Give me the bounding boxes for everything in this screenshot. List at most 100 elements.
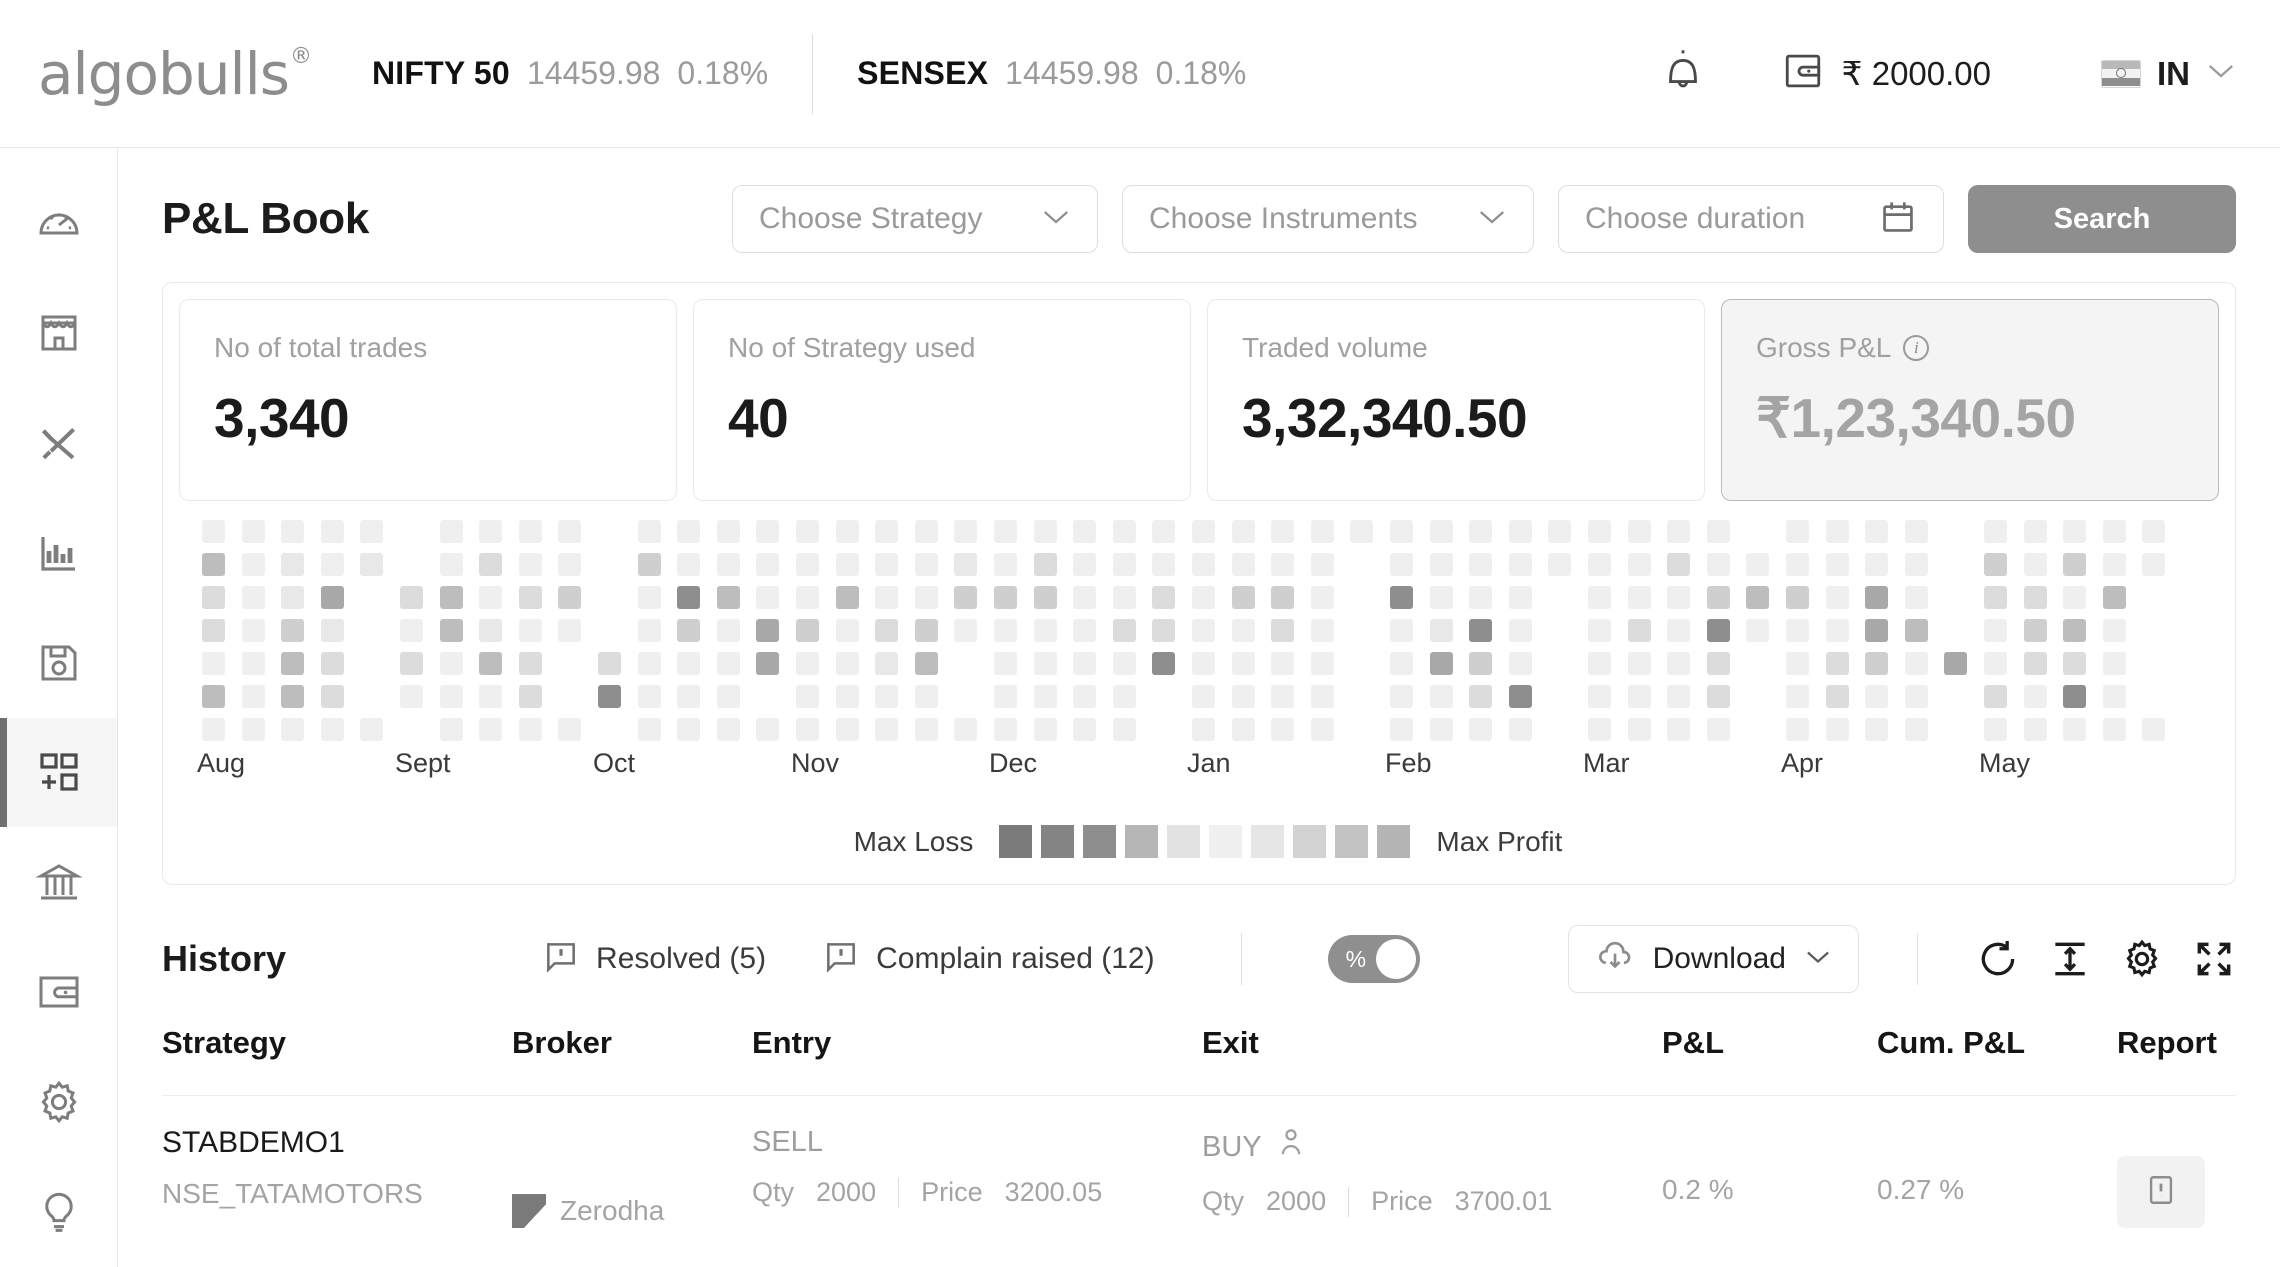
- search-button[interactable]: Search: [1968, 185, 2236, 253]
- algobulls-logo[interactable]: algobulls®: [38, 40, 312, 108]
- heatmap-cell[interactable]: [1310, 553, 1334, 576]
- heatmap-cell[interactable]: [1984, 553, 2007, 576]
- heatmap-cell[interactable]: [1271, 718, 1295, 741]
- heatmap-cell[interactable]: [400, 586, 423, 609]
- heatmap-cell[interactable]: [1706, 652, 1730, 675]
- heatmap-cell[interactable]: [320, 652, 344, 675]
- heatmap-cell[interactable]: [1865, 553, 1889, 576]
- heatmap-cell[interactable]: [1786, 553, 1809, 576]
- heatmap-cell[interactable]: [716, 553, 740, 576]
- heatmap-cell[interactable]: [518, 718, 542, 741]
- heatmap-cell[interactable]: [716, 718, 740, 741]
- info-icon[interactable]: i: [1903, 335, 1930, 361]
- table-row[interactable]: STABDEMO1 NSE_TATAMOTORS Zerodha SELL Qt…: [162, 1096, 2236, 1228]
- heatmap-cell[interactable]: [1667, 553, 1691, 576]
- heatmap-cell[interactable]: [1825, 718, 1849, 741]
- heatmap-cell[interactable]: [1786, 718, 1809, 741]
- heatmap-cell[interactable]: [1310, 619, 1334, 642]
- heatmap-cell[interactable]: [677, 718, 701, 741]
- heatmap-cell[interactable]: [1508, 718, 1532, 741]
- heatmap-cell[interactable]: [1429, 652, 1453, 675]
- heatmap-cell[interactable]: [518, 520, 542, 543]
- heatmap-cell[interactable]: [1390, 652, 1413, 675]
- heatmap-cell[interactable]: [479, 718, 503, 741]
- heatmap-cell[interactable]: [677, 685, 701, 708]
- heatmap-cell[interactable]: [1390, 685, 1413, 708]
- heatmap-cell[interactable]: [1469, 553, 1493, 576]
- download-button[interactable]: Download: [1567, 925, 1859, 993]
- heatmap-cell[interactable]: [202, 619, 225, 642]
- heatmap-cell[interactable]: [1588, 619, 1611, 642]
- heatmap-cell[interactable]: [1231, 586, 1255, 609]
- heatmap-cell[interactable]: [241, 685, 265, 708]
- heatmap-cell[interactable]: [479, 586, 503, 609]
- heatmap-cell[interactable]: [281, 652, 305, 675]
- heatmap-cell[interactable]: [1271, 652, 1295, 675]
- heatmap-cell[interactable]: [835, 718, 859, 741]
- heatmap-cell[interactable]: [1746, 553, 1770, 576]
- heatmap-cell[interactable]: [1865, 586, 1889, 609]
- sidebar-item-marketplace[interactable]: [0, 278, 117, 388]
- heatmap-cell[interactable]: [1865, 652, 1889, 675]
- heatmap-cell[interactable]: [1112, 685, 1136, 708]
- heatmap-cell[interactable]: [1192, 520, 1215, 543]
- heatmap-cell[interactable]: [1825, 619, 1849, 642]
- heatmap-cell[interactable]: [281, 586, 305, 609]
- heatmap-cell[interactable]: [202, 718, 225, 741]
- heatmap-cell[interactable]: [756, 718, 780, 741]
- heatmap-cell[interactable]: [1667, 520, 1691, 543]
- heatmap-cell[interactable]: [2023, 685, 2047, 708]
- heatmap-cell[interactable]: [1627, 652, 1651, 675]
- heatmap-cell[interactable]: [2023, 619, 2047, 642]
- heatmap-cell[interactable]: [1469, 586, 1493, 609]
- heatmap-cell[interactable]: [637, 553, 661, 576]
- heatmap-cell[interactable]: [439, 520, 463, 543]
- heatmap-cell[interactable]: [1904, 553, 1928, 576]
- sidebar-item-tools[interactable]: [0, 388, 117, 498]
- heatmap-cell[interactable]: [320, 685, 344, 708]
- heatmap-cell[interactable]: [1192, 619, 1215, 642]
- heatmap-cell[interactable]: [1350, 520, 1374, 543]
- heatmap-cell[interactable]: [756, 553, 780, 576]
- heatmap-cell[interactable]: [2023, 652, 2047, 675]
- heatmap-cell[interactable]: [439, 586, 463, 609]
- heatmap-cell[interactable]: [1904, 718, 1928, 741]
- heatmap-cell[interactable]: [677, 520, 701, 543]
- heatmap-cell[interactable]: [1231, 553, 1255, 576]
- heatmap-cell[interactable]: [1231, 619, 1255, 642]
- heatmap-cell[interactable]: [875, 619, 899, 642]
- heatmap-cell[interactable]: [202, 685, 225, 708]
- instruments-select[interactable]: Choose Instruments: [1122, 185, 1534, 253]
- heatmap-cell[interactable]: [716, 586, 740, 609]
- heatmap-cell[interactable]: [1112, 520, 1136, 543]
- heatmap-cell[interactable]: [1112, 586, 1136, 609]
- heatmap-cell[interactable]: [1152, 553, 1176, 576]
- heatmap-cell[interactable]: [1469, 685, 1493, 708]
- heatmap-cell[interactable]: [1825, 685, 1849, 708]
- sidebar-item-help[interactable]: [0, 1157, 117, 1267]
- complain-raised-chip[interactable]: Complain raised (12): [822, 938, 1155, 981]
- heatmap-cell[interactable]: [1112, 652, 1136, 675]
- heatmap-cell[interactable]: [2102, 553, 2126, 576]
- column-broker[interactable]: Broker: [512, 1011, 752, 1096]
- heatmap-cell[interactable]: [479, 520, 503, 543]
- heatmap-cell[interactable]: [835, 652, 859, 675]
- heatmap-cell[interactable]: [1192, 685, 1215, 708]
- heatmap-cell[interactable]: [1706, 685, 1730, 708]
- heatmap-cell[interactable]: [994, 520, 1017, 543]
- heatmap-cell[interactable]: [994, 685, 1017, 708]
- heatmap-cell[interactable]: [1310, 685, 1334, 708]
- heatmap-cell[interactable]: [1667, 586, 1691, 609]
- heatmap-cell[interactable]: [1984, 586, 2007, 609]
- heatmap-cell[interactable]: [2063, 520, 2087, 543]
- heatmap-cell[interactable]: [1033, 685, 1057, 708]
- heatmap-cell[interactable]: [2142, 718, 2166, 741]
- heatmap-cell[interactable]: [994, 718, 1017, 741]
- heatmap-cell[interactable]: [1469, 520, 1493, 543]
- heatmap-cell[interactable]: [796, 619, 819, 642]
- heatmap-cell[interactable]: [835, 586, 859, 609]
- heatmap-cell[interactable]: [479, 652, 503, 675]
- heatmap-cell[interactable]: [875, 652, 899, 675]
- heatmap-cell[interactable]: [2023, 553, 2047, 576]
- sidebar-item-settings[interactable]: [0, 1047, 117, 1157]
